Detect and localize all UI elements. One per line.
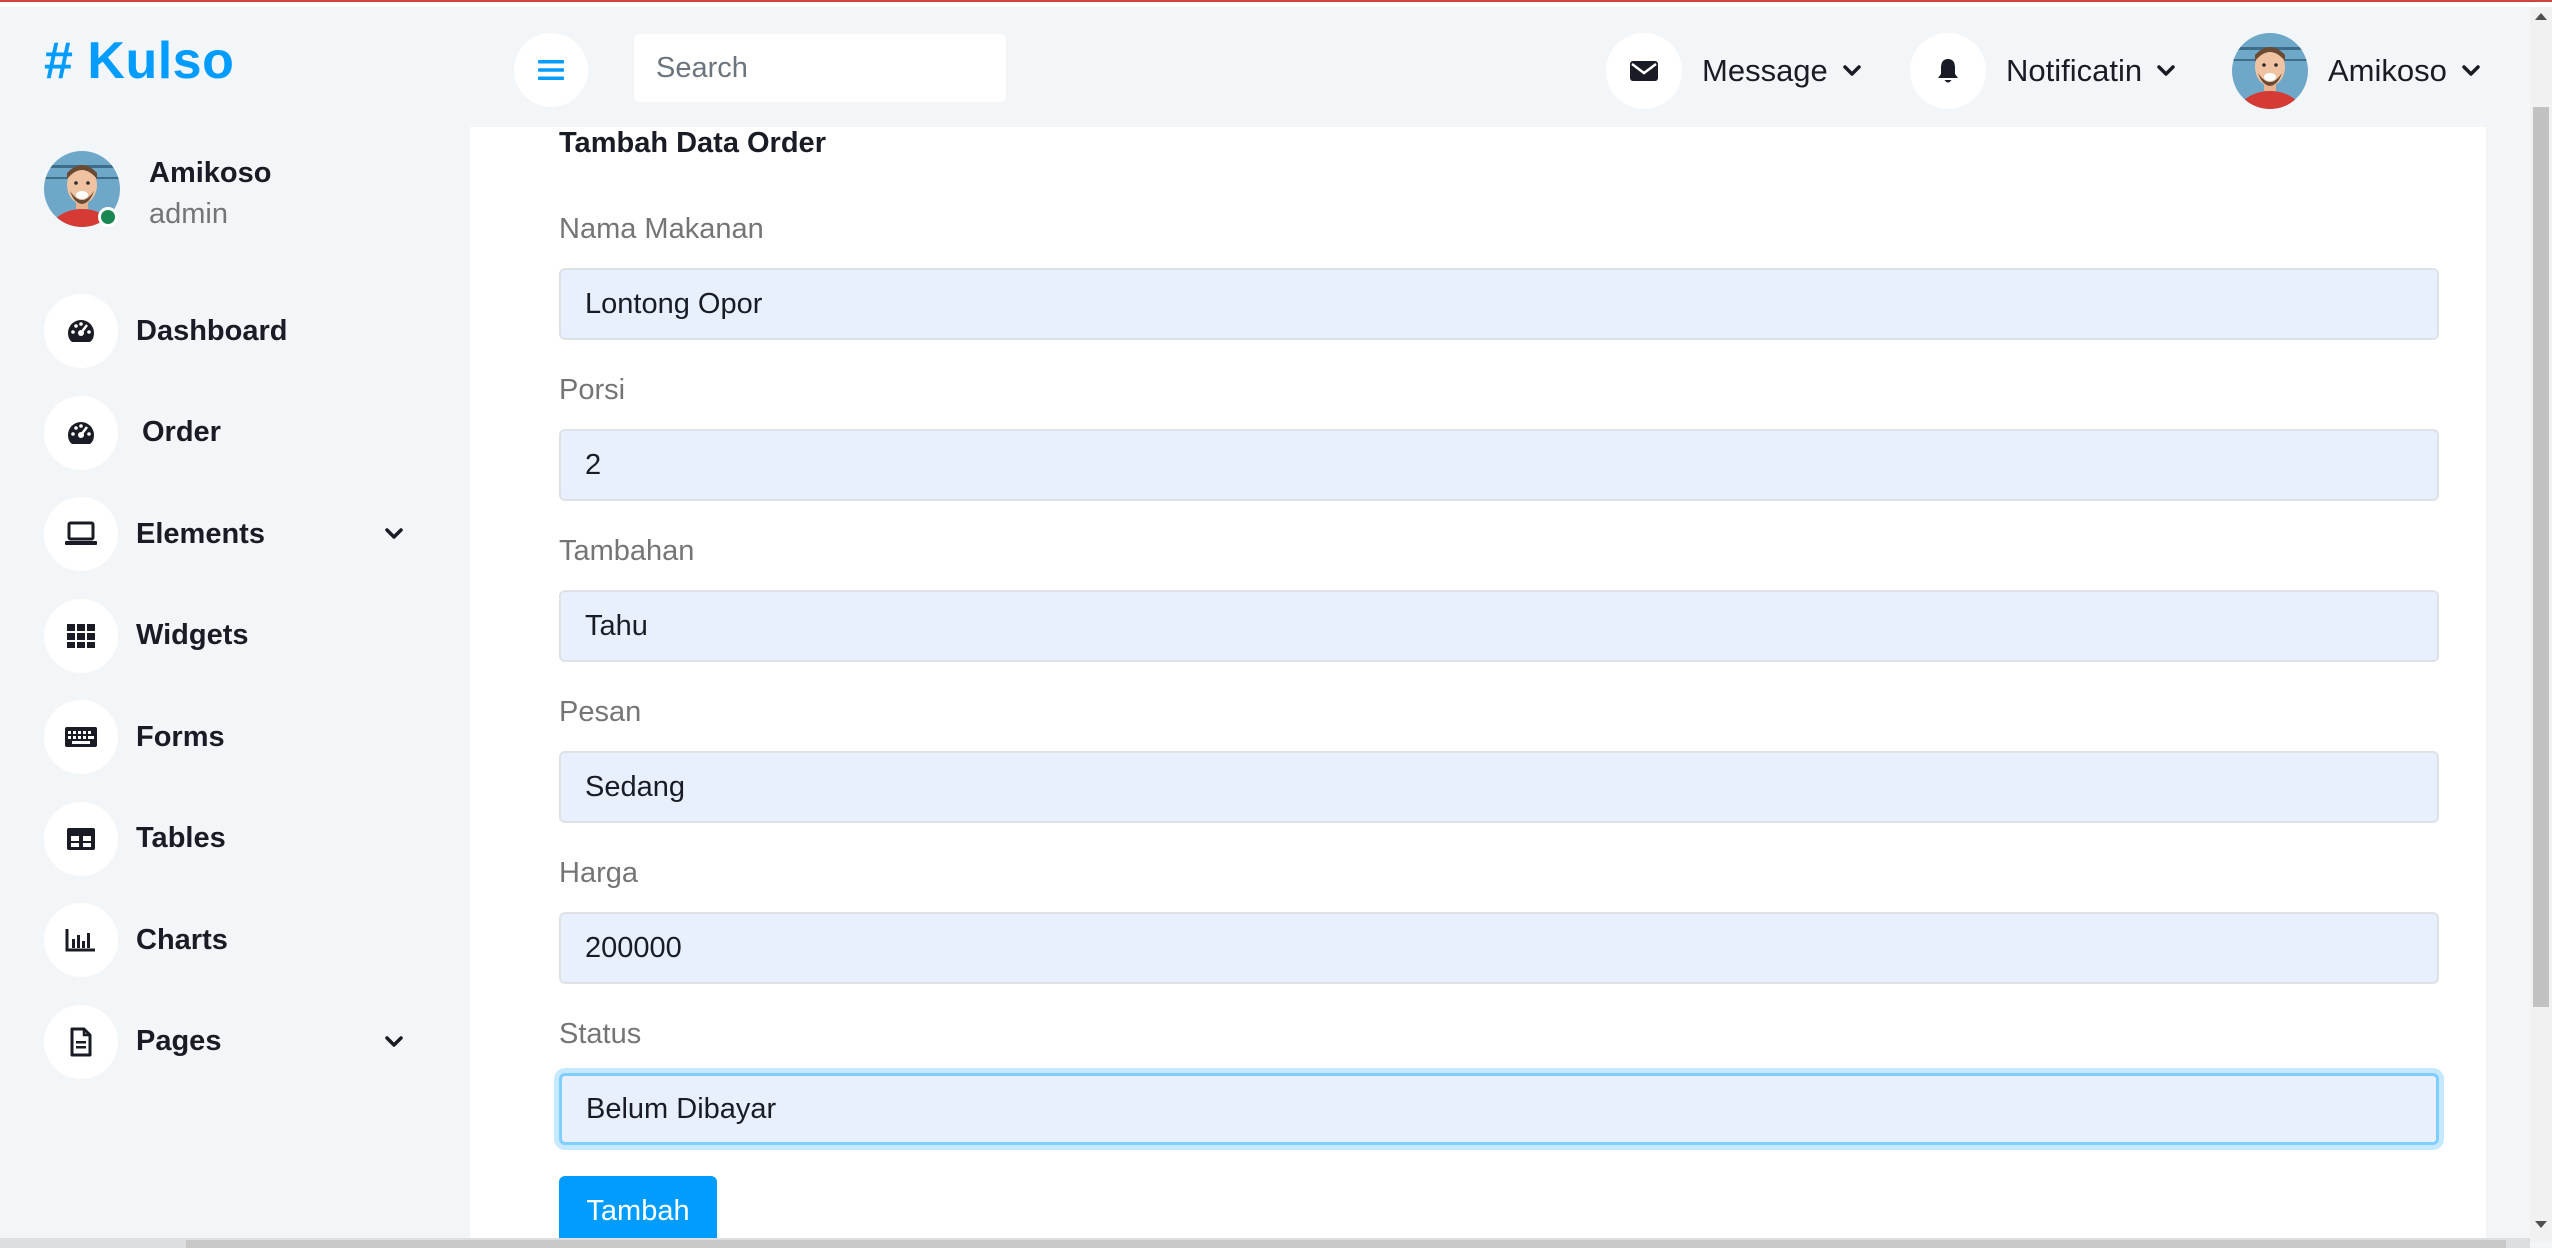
field-label-harga: Harga bbox=[559, 857, 638, 889]
tachometer-icon bbox=[44, 294, 118, 368]
status-input[interactable] bbox=[559, 1073, 2439, 1145]
avatar bbox=[2232, 33, 2308, 109]
sidebar-item-label: Charts bbox=[136, 923, 228, 956]
nama-makanan-input[interactable] bbox=[559, 268, 2439, 340]
keyboard-icon bbox=[44, 700, 118, 774]
sidebar-item-tables[interactable]: Tables bbox=[44, 801, 414, 877]
order-form-card: Tambah Data Order Nama Makanan Porsi Tam… bbox=[470, 127, 2486, 1246]
avatar-image bbox=[2232, 33, 2308, 109]
messages-dropdown[interactable]: Message bbox=[1606, 33, 1864, 109]
form-title: Tambah Data Order bbox=[559, 127, 826, 159]
field-label-nama-makanan: Nama Makanan bbox=[559, 213, 764, 245]
sidebar-item-label: Forms bbox=[136, 720, 225, 753]
sidebar-item-dashboard[interactable]: Dashboard bbox=[44, 293, 414, 369]
bell-icon bbox=[1910, 33, 1986, 109]
sidebar-item-charts[interactable]: Charts bbox=[44, 902, 414, 978]
pesan-input[interactable] bbox=[559, 751, 2439, 823]
chevron-down-icon bbox=[2462, 65, 2480, 76]
horizontal-scrollbar[interactable] bbox=[0, 1238, 2530, 1248]
tambah-submit-button[interactable]: Tambah bbox=[559, 1176, 717, 1246]
user-menu-label: Amikoso bbox=[2328, 53, 2447, 88]
envelope-icon bbox=[1606, 33, 1682, 109]
chevron-down-icon bbox=[385, 528, 403, 539]
chevron-down-icon bbox=[2157, 65, 2175, 76]
sidebar-item-label: Pages bbox=[136, 1025, 222, 1057]
sidebar-nav: Dashboard Order Elements Widgets Forms T… bbox=[44, 293, 414, 1105]
vertical-scrollbar[interactable] bbox=[2530, 7, 2552, 1242]
scroll-up-arrow-icon[interactable] bbox=[2535, 13, 2547, 20]
user-menu-dropdown[interactable]: Amikoso bbox=[2232, 33, 2483, 109]
brand-name: Kulso bbox=[87, 32, 235, 90]
chevron-down-icon bbox=[385, 1035, 403, 1047]
sidebar-toggle-button[interactable] bbox=[514, 33, 588, 107]
tambahan-input[interactable] bbox=[559, 590, 2439, 662]
search-input[interactable] bbox=[634, 34, 1006, 102]
table-icon bbox=[44, 801, 118, 876]
field-label-porsi: Porsi bbox=[559, 374, 626, 406]
tachometer-icon bbox=[44, 395, 118, 470]
laptop-icon bbox=[44, 497, 118, 571]
window-top-edge bbox=[0, 0, 2552, 7]
messages-label: Message bbox=[1702, 53, 1828, 88]
scroll-down-arrow-icon[interactable] bbox=[2535, 1221, 2547, 1228]
online-status-indicator bbox=[98, 207, 118, 227]
field-label-pesan: Pesan bbox=[559, 696, 642, 728]
hash-icon: # bbox=[44, 32, 74, 90]
profile-role: admin bbox=[149, 198, 228, 230]
harga-input[interactable] bbox=[559, 912, 2439, 984]
sidebar-item-order[interactable]: Order bbox=[44, 395, 414, 471]
hamburger-menu-icon bbox=[538, 60, 564, 80]
vertical-scrollbar-thumb[interactable] bbox=[2533, 107, 2549, 1007]
sidebar-item-label: Widgets bbox=[136, 619, 249, 651]
porsi-input[interactable] bbox=[559, 429, 2439, 501]
horizontal-scrollbar-thumb[interactable] bbox=[186, 1240, 2506, 1248]
chevron-down-icon bbox=[1843, 65, 1861, 76]
sidebar: # Kulso Amikoso admin Dashboard Order El… bbox=[0, 7, 470, 1242]
sidebar-item-label: Order bbox=[142, 416, 221, 448]
notifications-dropdown[interactable]: Notificatin bbox=[1910, 33, 2178, 109]
notifications-label: Notificatin bbox=[2006, 53, 2143, 88]
brand-logo[interactable]: # Kulso bbox=[44, 31, 234, 91]
sidebar-item-pages[interactable]: Pages bbox=[44, 1004, 414, 1080]
field-label-tambahan: Tambahan bbox=[559, 535, 695, 567]
grid-icon bbox=[44, 598, 118, 673]
topbar: Message Notificatin Amikoso bbox=[470, 7, 2530, 127]
sidebar-item-label: Tables bbox=[136, 822, 226, 854]
file-icon bbox=[44, 1004, 118, 1079]
profile-name: Amikoso bbox=[149, 157, 272, 189]
bar-chart-icon bbox=[44, 903, 118, 977]
sidebar-item-label: Dashboard bbox=[136, 314, 288, 347]
sidebar-item-forms[interactable]: Forms bbox=[44, 699, 414, 775]
field-label-status: Status bbox=[559, 1018, 642, 1050]
sidebar-item-elements[interactable]: Elements bbox=[44, 496, 414, 572]
sidebar-item-label: Elements bbox=[136, 517, 265, 550]
sidebar-item-widgets[interactable]: Widgets bbox=[44, 598, 414, 674]
